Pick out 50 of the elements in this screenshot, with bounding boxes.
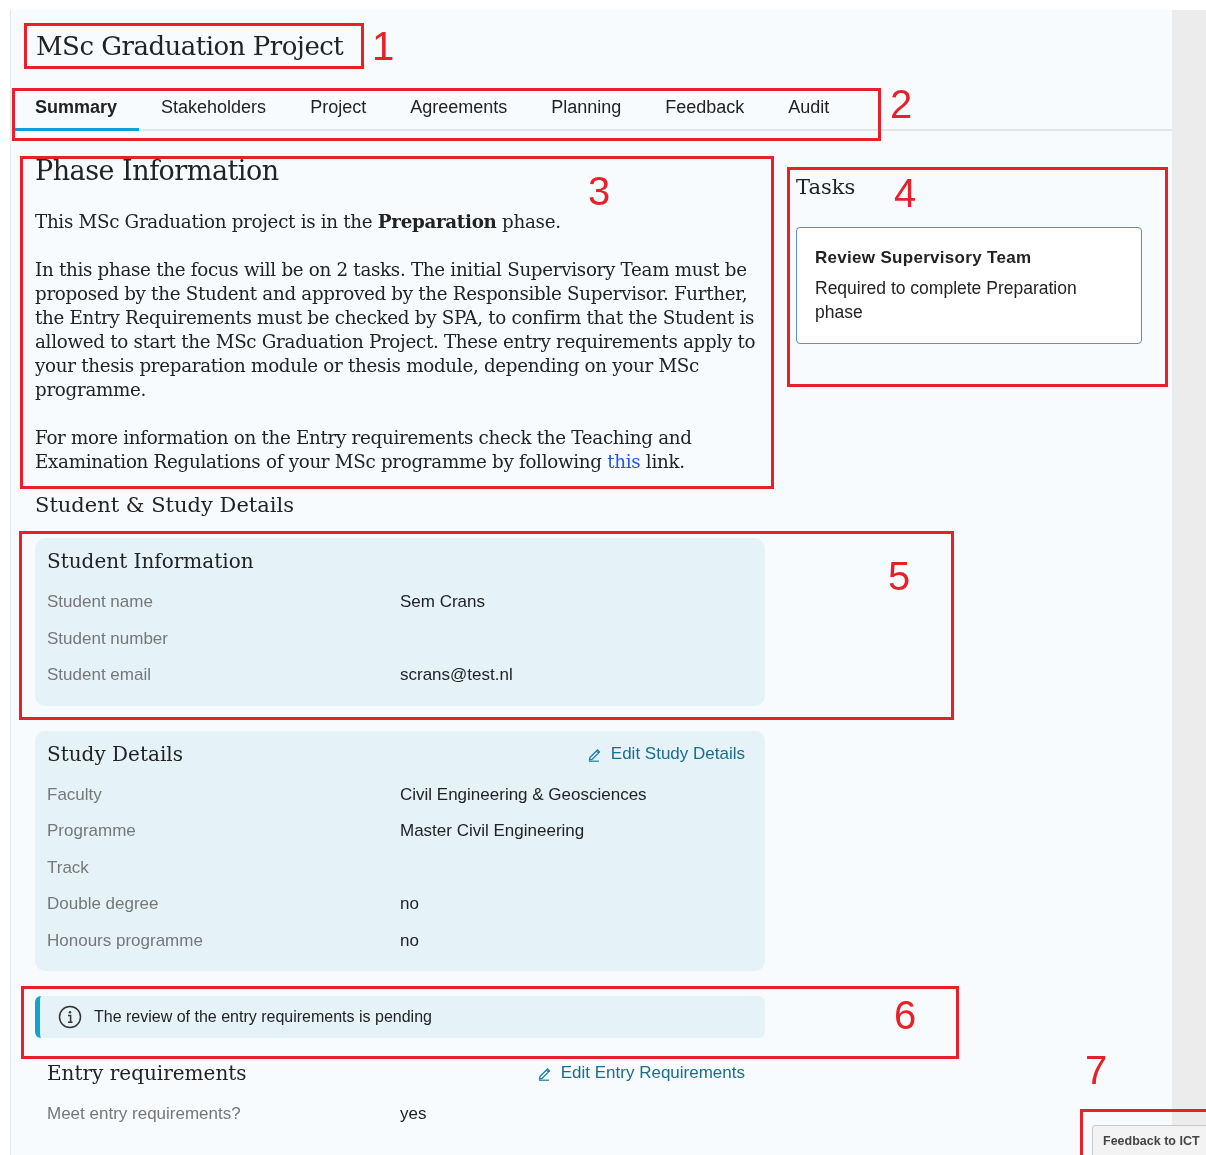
field-label: Faculty (47, 784, 103, 805)
section-heading: Tasks (796, 174, 856, 201)
field-label: Student number (47, 628, 169, 649)
card-heading: Entry requirements (47, 1060, 247, 1086)
task-description: Required to complete Preparation phase (815, 277, 1078, 324)
annotation-number: 2 (890, 86, 913, 122)
tab[interactable]: Agreements (388, 89, 530, 131)
tab[interactable]: Stakeholders (139, 89, 289, 131)
tab[interactable]: Feedback (643, 89, 767, 131)
link[interactable]: this (607, 451, 641, 472)
field-value: yes (400, 1104, 427, 1125)
field-label: Double degree (47, 894, 160, 915)
info-message: The review of the entry requirements is pending (94, 1008, 432, 1026)
tab[interactable]: Planning (529, 89, 644, 131)
paragraph: For more information on the Entry requirements check the Teaching and Examination Regulations of your MSc programme by following this link. (35, 426, 693, 474)
field-value: scrans@test.nl (400, 665, 513, 686)
annotation-number: 7 (1085, 1052, 1108, 1088)
field-value: Master Civil Engineering (400, 821, 585, 842)
paragraph: In this phase the focus will be on 2 tasks. The initial Supervisory Team must be proposed by the Student and approved by the Responsible Supervisor. Further, the Entry Requirements must be checked by SPA, to confirm that the Student is allowed to start the MSc Graduation Project. These entry requirements apply to your thesis preparation module or thesis module, depending on your MSc programme. (35, 258, 757, 402)
annotation-number: 3 (588, 173, 611, 209)
info-icon (58, 1005, 82, 1029)
field-value: Sem Crans (400, 592, 486, 613)
task-title: Review Supervisory Team (815, 248, 1033, 268)
edit-link[interactable]: Edit Entry Requirements (536, 1063, 745, 1083)
field-value: no (400, 894, 419, 915)
pencil-icon (536, 1065, 553, 1081)
tab[interactable]: Audit (766, 89, 852, 131)
field-value: Civil Engineering & Geosciences (400, 784, 647, 805)
annotation-number: 5 (888, 558, 911, 594)
field-label: Student email (47, 665, 152, 686)
annotation-number: 4 (894, 175, 917, 211)
edit-link[interactable]: Edit Study Details (586, 743, 745, 764)
field-label: Student name (47, 592, 154, 613)
field-label: Honours programme (47, 930, 204, 951)
field-label: Meet entry requirements? (47, 1104, 242, 1125)
annotation-number: 6 (894, 997, 917, 1033)
paragraph: This MSc Graduation project is in the Preparation phase. (35, 210, 562, 234)
section-heading: Student & Study Details (35, 492, 295, 519)
tab[interactable]: Summary (13, 89, 140, 131)
task-card[interactable]: Review Supervisory Team Required to complete Preparation phase (796, 227, 1142, 344)
tab[interactable]: Project (288, 89, 389, 131)
field-value: no (400, 930, 419, 951)
page-title: MSc Graduation Project (36, 30, 344, 62)
card-heading: Student Information (47, 548, 254, 574)
feedback-button[interactable]: Feedback to ICT (1092, 1125, 1206, 1155)
field-label: Programme (47, 821, 137, 842)
annotation-number: 1 (372, 28, 395, 64)
field-label: Track (47, 857, 90, 878)
card-heading: Study Details (47, 740, 183, 767)
section-heading: Phase Information (35, 155, 280, 187)
